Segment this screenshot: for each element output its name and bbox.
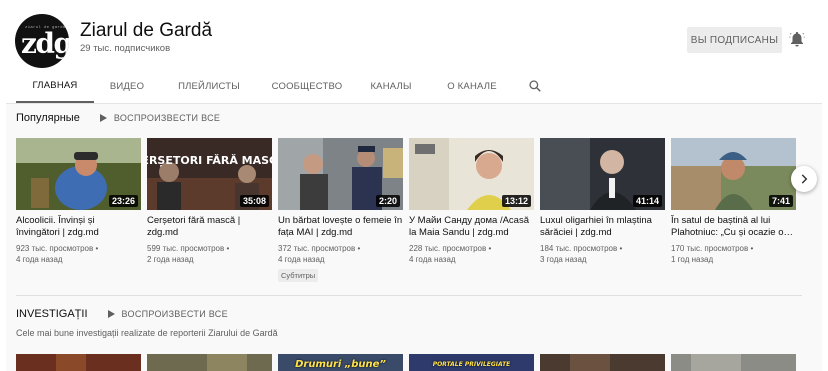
- video-age: 4 года назад: [16, 255, 63, 264]
- video-title[interactable]: În satul de baștină al lui Plahotniuc: „…: [671, 215, 796, 239]
- video-views: 184 тыс. просмотров •: [540, 244, 623, 253]
- channel-avatar[interactable]: ziarul de gardă zdg: [15, 14, 69, 68]
- bell-icon[interactable]: [788, 30, 806, 48]
- shelf-header-popular: Популярные ВОСПРОИЗВЕСТИ ВСЕ: [16, 112, 220, 124]
- tab-community[interactable]: СООБЩЕСТВО: [266, 70, 348, 103]
- shelf-title[interactable]: Популярные: [16, 112, 80, 124]
- overlay-text: CERȘETORI FĂRĂ MASCĂ: [147, 154, 272, 167]
- video-card[interactable]: 13:12 У Майи Санду дома /Acasă la Maia S…: [409, 138, 534, 265]
- video-thumbnail[interactable]: CERȘETORI FĂRĂ MASCĂ 35:08: [147, 138, 272, 210]
- thumbnail-text: PORTALE PRIVILEGIATE: [432, 361, 511, 368]
- channel-tabs: ГЛАВНАЯ ВИДЕО ПЛЕЙЛИСТЫ СООБЩЕСТВО КАНАЛ…: [6, 70, 822, 104]
- tab-playlists[interactable]: ПЛЕЙЛИСТЫ: [172, 70, 246, 103]
- video-thumbnail[interactable]: 23:26: [16, 138, 141, 210]
- play-icon[interactable]: [99, 114, 107, 122]
- shelf-divider: [16, 295, 802, 296]
- avatar-logo: zdg: [21, 27, 69, 60]
- video-title[interactable]: Cerșetori fără mască | zdg.md: [147, 215, 272, 239]
- video-views: 599 тыс. просмотров •: [147, 244, 230, 253]
- channel-content: Популярные ВОСПРОИЗВЕСТИ ВСЕ 23:26 Alcoo…: [6, 104, 822, 371]
- video-thumbnail[interactable]: [540, 354, 665, 371]
- video-views: 372 тыс. просмотров •: [278, 244, 361, 253]
- thumbnail-image: [147, 354, 272, 371]
- video-thumbnail[interactable]: Drumuri „bune”: [278, 354, 403, 371]
- video-thumbnail[interactable]: [671, 354, 796, 371]
- video-duration: 7:41: [768, 195, 793, 207]
- video-duration: 41:14: [632, 195, 662, 207]
- thumbnail-image: [16, 354, 141, 371]
- search-icon[interactable]: [528, 79, 542, 93]
- video-card[interactable]: CERȘETORI FĂRĂ MASCĂ 35:08 Cerșetori făr…: [147, 138, 272, 265]
- video-views: 923 тыс. просмотров •: [16, 244, 99, 253]
- channel-page: ziarul de gardă zdg Ziarul de Gardă 29 т…: [6, 4, 822, 371]
- thumbnail-image: [671, 354, 796, 371]
- video-thumbnail[interactable]: 7:41: [671, 138, 796, 210]
- play-all-button[interactable]: ВОСПРОИЗВЕСТИ ВСЕ: [122, 309, 228, 319]
- video-thumbnail[interactable]: [147, 354, 272, 371]
- video-card[interactable]: 7:41 În satul de baștină al lui Plahotni…: [671, 138, 796, 265]
- channel-name: Ziarul de Gardă: [80, 20, 213, 41]
- video-duration: 35:08: [239, 195, 269, 207]
- play-icon[interactable]: [107, 310, 115, 318]
- video-thumbnail[interactable]: 2:20: [278, 138, 403, 210]
- video-age: 1 год назад: [671, 255, 714, 264]
- video-age: 4 года назад: [278, 255, 325, 264]
- channel-header: ziarul de gardă zdg Ziarul de Gardă 29 т…: [6, 4, 822, 104]
- video-age: 3 года назад: [540, 255, 587, 264]
- video-age: 4 года назад: [409, 255, 456, 264]
- video-title[interactable]: Luxul oligarhiei în mlaștina sărăciei | …: [540, 215, 665, 239]
- thumbnail-text: Drumuri „bune”: [295, 359, 386, 370]
- thumbnail-image: [540, 354, 665, 371]
- tab-about[interactable]: О КАНАЛЕ: [442, 70, 502, 103]
- video-title[interactable]: У Майи Санду дома /Acasă la Maia Sandu |…: [409, 215, 534, 239]
- video-thumbnail[interactable]: 41:14: [540, 138, 665, 210]
- thumbnail-overlay: CERȘETORI FĂRĂ MASCĂ: [147, 154, 272, 167]
- video-duration: 2:20: [375, 195, 400, 207]
- shelf-description: Cele mai bune investigații realizate de …: [16, 328, 278, 338]
- tab-videos[interactable]: ВИДЕО: [102, 70, 152, 103]
- tab-channels[interactable]: КАНАЛЫ: [366, 70, 416, 103]
- video-thumbnail[interactable]: [16, 354, 141, 371]
- subscribed-button[interactable]: ВЫ ПОДПИСАНЫ: [687, 27, 782, 53]
- chevron-right-icon: [801, 174, 808, 184]
- video-thumbnail[interactable]: 13:12: [409, 138, 534, 210]
- shelf-next-button[interactable]: [791, 166, 817, 192]
- video-card[interactable]: 2:20 Un bărbat lovește o femeie în fața …: [278, 138, 403, 283]
- video-title[interactable]: Alcoolicii. Învinși și învingători | zdg…: [16, 215, 141, 239]
- subtitles-badge: Субтитры: [278, 269, 319, 282]
- subscriber-count: 29 тыс. подписчиков: [80, 43, 171, 54]
- shelf-title[interactable]: INVESTIGAȚII: [16, 308, 88, 320]
- video-duration: 23:26: [108, 195, 138, 207]
- shelf-header-investigations: INVESTIGAȚII ВОСПРОИЗВЕСТИ ВСЕ: [16, 308, 228, 320]
- play-all-button[interactable]: ВОСПРОИЗВЕСТИ ВСЕ: [114, 113, 220, 123]
- tab-home[interactable]: ГЛАВНАЯ: [16, 70, 94, 103]
- video-title[interactable]: Un bărbat lovește o femeie în fața MAI |…: [278, 215, 403, 239]
- video-views: 228 тыс. просмотров •: [409, 244, 492, 253]
- video-views: 170 тыс. просмотров •: [671, 244, 754, 253]
- video-card[interactable]: 41:14 Luxul oligarhiei în mlaștina sărăc…: [540, 138, 665, 265]
- video-duration: 13:12: [501, 195, 531, 207]
- video-thumbnail[interactable]: PORTALE PRIVILEGIATE: [409, 354, 534, 371]
- video-age: 2 года назад: [147, 255, 194, 264]
- video-card[interactable]: 23:26 Alcoolicii. Învinși și învingători…: [16, 138, 141, 265]
